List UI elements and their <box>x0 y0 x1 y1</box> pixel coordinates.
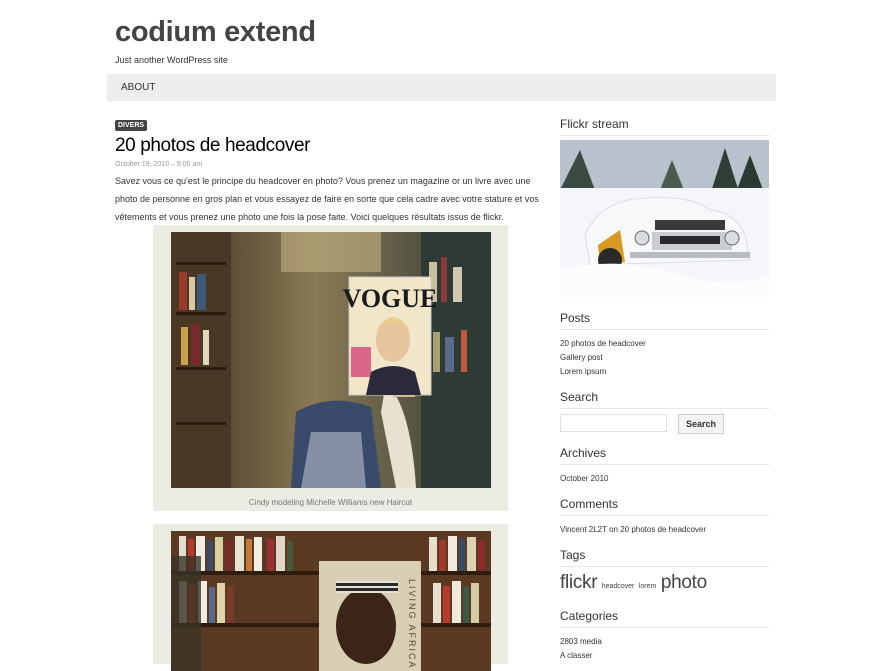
widget-title-comments: Comments <box>560 497 619 511</box>
archive-link[interactable]: October 2010 <box>560 474 608 483</box>
search-button[interactable]: Search <box>678 414 724 434</box>
widget-title-posts: Posts <box>560 311 591 325</box>
widget-divider <box>560 566 769 567</box>
tag-link-photo[interactable]: photo <box>661 572 707 593</box>
nav-item-about[interactable]: ABOUT <box>121 82 155 93</box>
search-input[interactable] <box>560 414 667 432</box>
widget-title-search: Search <box>560 390 599 404</box>
post-image-figure: VOGUE Cindy modeling Michelle Williams n… <box>153 225 508 511</box>
svg-text:LIVING AFRICA: LIVING AFRICA <box>407 579 417 670</box>
widget-divider <box>560 135 769 136</box>
image-caption: Cindy modeling Michelle Williams new Hai… <box>248 498 413 507</box>
headcover-photo-vogue[interactable]: VOGUE <box>171 232 491 488</box>
svg-text:VOGUE: VOGUE <box>343 284 438 313</box>
bookshelf-photo-illustration: LIVING AFRICA <box>171 531 491 671</box>
post-excerpt: Savez vous ce qu'est le principe du head… <box>115 176 539 222</box>
recent-post-link[interactable]: Gallery post <box>560 353 603 362</box>
tag-cloud: flickr headcover lorem photo <box>560 572 707 594</box>
widget-divider <box>560 627 769 628</box>
post-date: October 19, 2010 – 9:00 am <box>115 161 203 168</box>
widget-divider <box>560 464 769 465</box>
widget-divider <box>560 515 769 516</box>
post-title[interactable]: 20 photos de headcover <box>115 135 310 157</box>
tag-link-headcover[interactable]: headcover <box>602 583 635 590</box>
bookstore-photo-illustration: VOGUE <box>171 232 491 488</box>
category-link[interactable]: 2803 media <box>560 637 602 646</box>
recent-post-link[interactable]: Lorem ipsum <box>560 367 606 376</box>
tag-link-flickr[interactable]: flickr <box>560 572 598 593</box>
post-image-figure-2: LIVING AFRICA <box>153 524 508 671</box>
headcover-photo-africa[interactable]: LIVING AFRICA <box>171 531 491 671</box>
recent-comment-link[interactable]: Vincent 2L2T on 20 photos de headcover <box>560 525 706 534</box>
tag-link-lorem[interactable]: lorem <box>639 583 657 590</box>
widget-title-flickr: Flickr stream <box>560 117 629 131</box>
widget-divider <box>560 408 769 409</box>
site-description: Just another WordPress site <box>115 55 228 65</box>
recent-post-link[interactable]: 20 photos de headcover <box>560 339 646 348</box>
category-badge[interactable]: DIVERS <box>115 120 148 131</box>
snowy-car-photo-illustration <box>560 140 769 298</box>
category-link[interactable]: A classer <box>560 651 592 660</box>
widget-title-archives: Archives <box>560 446 607 460</box>
widget-title-categories: Categories <box>560 609 619 623</box>
main-navigation: ABOUT <box>107 74 776 101</box>
flickr-stream-photo[interactable] <box>560 140 769 298</box>
widget-title-tags: Tags <box>560 548 586 562</box>
widget-divider <box>560 329 769 330</box>
site-title[interactable]: codium extend <box>115 16 316 49</box>
